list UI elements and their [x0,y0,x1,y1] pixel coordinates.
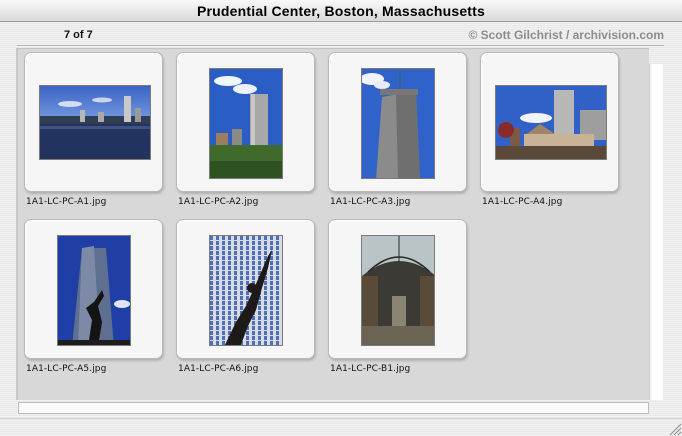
photo-thumbnail[interactable] [361,235,435,346]
tower-park-photo [210,69,282,178]
thumbnail-item[interactable]: 1A1-LC-PC-B1.jpg [328,219,468,379]
thumbnail-filename: 1A1-LC-PC-A3.jpg [330,197,411,207]
header-divider [17,45,664,46]
image-count: 7 of 7 [64,29,93,41]
statue-tower-photo [58,236,130,345]
thumbnail-filename: 1A1-LC-PC-B1.jpg [330,364,411,374]
photo-thumbnail[interactable] [209,235,283,346]
thumbnail-frame[interactable] [328,52,467,192]
photo-credit: © Scott Gilchrist / archivision.com [468,28,664,42]
thumbnail-item[interactable]: 1A1-LC-PC-A4.jpg [480,52,620,212]
thumbnail-filename: 1A1-LC-PC-A4.jpg [482,197,563,207]
thumbnail-frame[interactable] [480,52,619,192]
tower-closeup-photo [362,69,434,178]
bottom-divider [0,418,682,419]
arcade-interior-photo [362,236,434,345]
photo-thumbnail[interactable] [361,68,435,179]
thumbnail-frame[interactable] [176,219,315,359]
sculpture-facade-photo [210,236,282,345]
photo-thumbnail[interactable] [495,85,607,160]
skyline-river-photo [40,86,150,159]
thumbnail-item[interactable]: 1A1-LC-PC-A1.jpg [24,52,164,212]
resize-grip-icon[interactable] [666,420,682,436]
thumbnail-item[interactable]: 1A1-LC-PC-A3.jpg [328,52,468,212]
thumbnail-filename: 1A1-LC-PC-A6.jpg [178,364,259,374]
thumbnail-filename: 1A1-LC-PC-A2.jpg [178,197,259,207]
horizontal-scrollbar[interactable] [18,402,649,414]
thumbnail-item[interactable]: 1A1-LC-PC-A6.jpg [176,219,316,379]
thumbnail-frame[interactable] [328,219,467,359]
thumbnail-item[interactable]: 1A1-LC-PC-A2.jpg [176,52,316,212]
photo-thumbnail[interactable] [39,85,151,160]
window-title: Prudential Center, Boston, Massachusetts [196,3,486,19]
window-title-bar[interactable]: Prudential Center, Boston, Massachusetts [0,0,682,22]
thumbnail-frame[interactable] [24,52,163,192]
thumbnail-filename: 1A1-LC-PC-A1.jpg [26,197,107,207]
thumbnail-frame[interactable] [176,52,315,192]
thumbnail-filename: 1A1-LC-PC-A5.jpg [26,364,107,374]
photo-thumbnail[interactable] [209,68,283,179]
photo-thumbnail[interactable] [57,235,131,346]
thumbnail-frame[interactable] [24,219,163,359]
vertical-scroll-thumb[interactable] [652,64,661,400]
thumbnail-item[interactable]: 1A1-LC-PC-A5.jpg [24,219,164,379]
vertical-scrollbar[interactable] [649,64,663,400]
church-tower-photo [496,86,606,159]
